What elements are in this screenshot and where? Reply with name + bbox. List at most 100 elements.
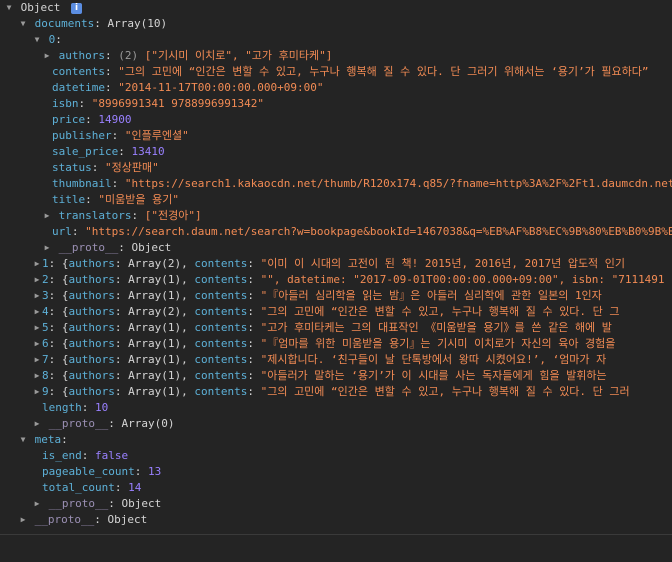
contents-key: contents [194, 321, 248, 334]
triangle-right-icon[interactable]: ▶ [32, 256, 42, 272]
triangle-down-icon[interactable]: ▼ [18, 16, 28, 32]
document-item[interactable]: ▶ 9: {authors: Array(1), contents: "그의 고민… [32, 384, 672, 400]
brace: { [61, 321, 69, 334]
document-item[interactable]: ▶ 8: {authors: Array(1), contents: "아들러가 … [32, 368, 672, 384]
pageable-count-key: pageable_count [42, 465, 135, 478]
triangle-right-icon[interactable]: ▶ [32, 496, 42, 512]
authors-value: ["기시미 이치로", "고가 후미타케"] [144, 49, 333, 62]
triangle-right-icon[interactable]: ▶ [42, 208, 52, 224]
document-index: 3 [42, 289, 49, 302]
contents-key: contents [194, 305, 248, 318]
authors-key: authors [58, 49, 105, 62]
document-item[interactable]: ▶ 3: {authors: Array(1), contents: "『아들러 … [32, 288, 672, 304]
doc0-authors-row[interactable]: ▶ authors: (2) ["기시미 이치로", "고가 후미타케"] [42, 48, 672, 64]
separator: , [181, 289, 195, 302]
publisher-value: "인플루엔셜" [124, 129, 189, 142]
thumbnail-link[interactable]: "https://search1.kakaocdn.net/thumb/R120… [125, 177, 672, 190]
contents-preview: "고가 후미타케는 그의 대표작인 《미움받을 용기》를 쓴 같은 해에 발 [260, 321, 612, 334]
contents-key: contents [194, 353, 248, 366]
meta-row[interactable]: ▼ meta: [18, 432, 672, 448]
doc0-title-row: title: "미움받을 용기" [52, 193, 179, 206]
document-index: 6 [42, 337, 49, 350]
triangle-right-icon[interactable]: ▶ [18, 512, 28, 528]
separator: , [181, 257, 195, 270]
proto-key: __proto__ [34, 513, 95, 526]
length-value: 10 [95, 401, 109, 414]
doc0-publisher-row: publisher: "인플루엔셜" [52, 129, 189, 142]
authors-summary: Array(1) [128, 385, 182, 398]
authors-key: authors [68, 257, 115, 270]
triangle-right-icon[interactable]: ▶ [32, 304, 42, 320]
document-item[interactable]: ▶ 5: {authors: Array(1), contents: "고가 후미… [32, 320, 672, 336]
root-proto-row[interactable]: ▶ __proto__: Object [18, 512, 672, 528]
contents-preview: "그의 고민에 “인간은 변할 수 있고, 누구나 행복해 질 수 있다. 단 … [260, 305, 620, 318]
document-item[interactable]: ▶ 7: {authors: Array(1), contents: "제시합니다… [32, 352, 672, 368]
proto-value: Object [107, 513, 148, 526]
triangle-right-icon[interactable]: ▶ [42, 48, 52, 64]
title-value: "미움받을 용기" [98, 193, 179, 206]
doc0-thumbnail-row: thumbnail: "https://search1.kakaocdn.net… [52, 176, 672, 192]
title-key: title [52, 193, 86, 206]
total-count-value: 14 [128, 481, 142, 494]
brace: { [61, 385, 69, 398]
contents-key: contents [194, 257, 248, 270]
contents-value: "그의 고민에 “인간은 변할 수 있고, 누구나 행복해 질 수 있다. 단 … [118, 65, 649, 78]
triangle-down-icon[interactable]: ▼ [32, 32, 42, 48]
authors-summary: Array(1) [128, 369, 182, 382]
doc0-translators-row[interactable]: ▶ translators: ["전경아"] [42, 208, 672, 224]
triangle-right-icon[interactable]: ▶ [42, 240, 52, 256]
translators-key: translators [58, 209, 132, 222]
triangle-right-icon[interactable]: ▶ [32, 384, 42, 400]
datetime-value: "2014-11-17T00:00:00.000+09:00" [118, 81, 324, 94]
authors-summary: Array(1) [128, 321, 182, 334]
contents-preview: "제시합니다. ‘친구들이 날 단톡방에서 왕따 시켰어요!’, ‘엄마가 자 [260, 353, 607, 366]
doc0-row[interactable]: ▼ 0: [32, 32, 672, 48]
url-key: url [52, 225, 72, 238]
document-item[interactable]: ▶ 1: {authors: Array(2), contents: "이미 이 … [32, 256, 672, 272]
authors-key: authors [68, 305, 115, 318]
doc0-status-row: status: "정상판매" [52, 161, 159, 174]
documents-proto-row[interactable]: ▶ __proto__: Array(0) [32, 416, 672, 432]
root-object-row[interactable]: ▼ Object i [4, 0, 672, 16]
meta-total-count-row: total_count: 14 [42, 481, 142, 494]
document-item[interactable]: ▶ 4: {authors: Array(2), contents: "그의 고민… [32, 304, 672, 320]
price-value: 14900 [98, 113, 132, 126]
contents-key: contents [194, 273, 248, 286]
contents-preview: "", datetime: "2017-09-01T00:00:00.000+0… [260, 273, 665, 286]
proto-key: __proto__ [48, 417, 109, 430]
proto-value: Object [121, 497, 162, 510]
documents-row[interactable]: ▼ documents: Array(10) [18, 16, 672, 32]
datetime-key: datetime [52, 81, 105, 94]
is-end-key: is_end [42, 449, 82, 462]
triangle-right-icon[interactable]: ▶ [32, 352, 42, 368]
triangle-right-icon[interactable]: ▶ [32, 288, 42, 304]
brace: { [61, 289, 69, 302]
document-item[interactable]: ▶ 2: {authors: Array(1), contents: "", da… [32, 272, 672, 288]
triangle-down-icon[interactable]: ▼ [4, 0, 14, 16]
document-item[interactable]: ▶ 6: {authors: Array(1), contents: "『엄마를 … [32, 336, 672, 352]
status-key: status [52, 161, 92, 174]
triangle-right-icon[interactable]: ▶ [32, 336, 42, 352]
root-object-label: Object [20, 1, 61, 14]
authors-summary: Array(1) [128, 273, 182, 286]
triangle-right-icon[interactable]: ▶ [32, 368, 42, 384]
triangle-right-icon[interactable]: ▶ [32, 416, 42, 432]
translators-value: ["전경아"] [144, 209, 202, 222]
brace: { [61, 353, 69, 366]
triangle-right-icon[interactable]: ▶ [32, 272, 42, 288]
contents-preview: "『아들러 심리학을 읽는 밤』은 아들러 심리학에 관한 일본의 1인자 [260, 289, 602, 302]
triangle-right-icon[interactable]: ▶ [32, 320, 42, 336]
contents-key: contents [194, 337, 248, 350]
info-icon[interactable]: i [71, 2, 82, 14]
doc0-isbn-row: isbn: "8996991341 9788996991342" [52, 97, 264, 110]
separator: , [181, 369, 195, 382]
authors-key: authors [68, 289, 115, 302]
doc0-proto-row[interactable]: ▶ __proto__: Object [42, 240, 672, 256]
doc0-contents-row: contents: "그의 고민에 “인간은 변할 수 있고, 누구나 행복해 … [52, 65, 649, 78]
document-index: 4 [42, 305, 49, 318]
triangle-down-icon[interactable]: ▼ [18, 432, 28, 448]
meta-proto-row[interactable]: ▶ __proto__: Object [32, 496, 672, 512]
url-link[interactable]: "https://search.daum.net/search?w=bookpa… [85, 225, 672, 238]
doc0-price-row: price: 14900 [52, 113, 132, 126]
total-count-key: total_count [42, 481, 115, 494]
